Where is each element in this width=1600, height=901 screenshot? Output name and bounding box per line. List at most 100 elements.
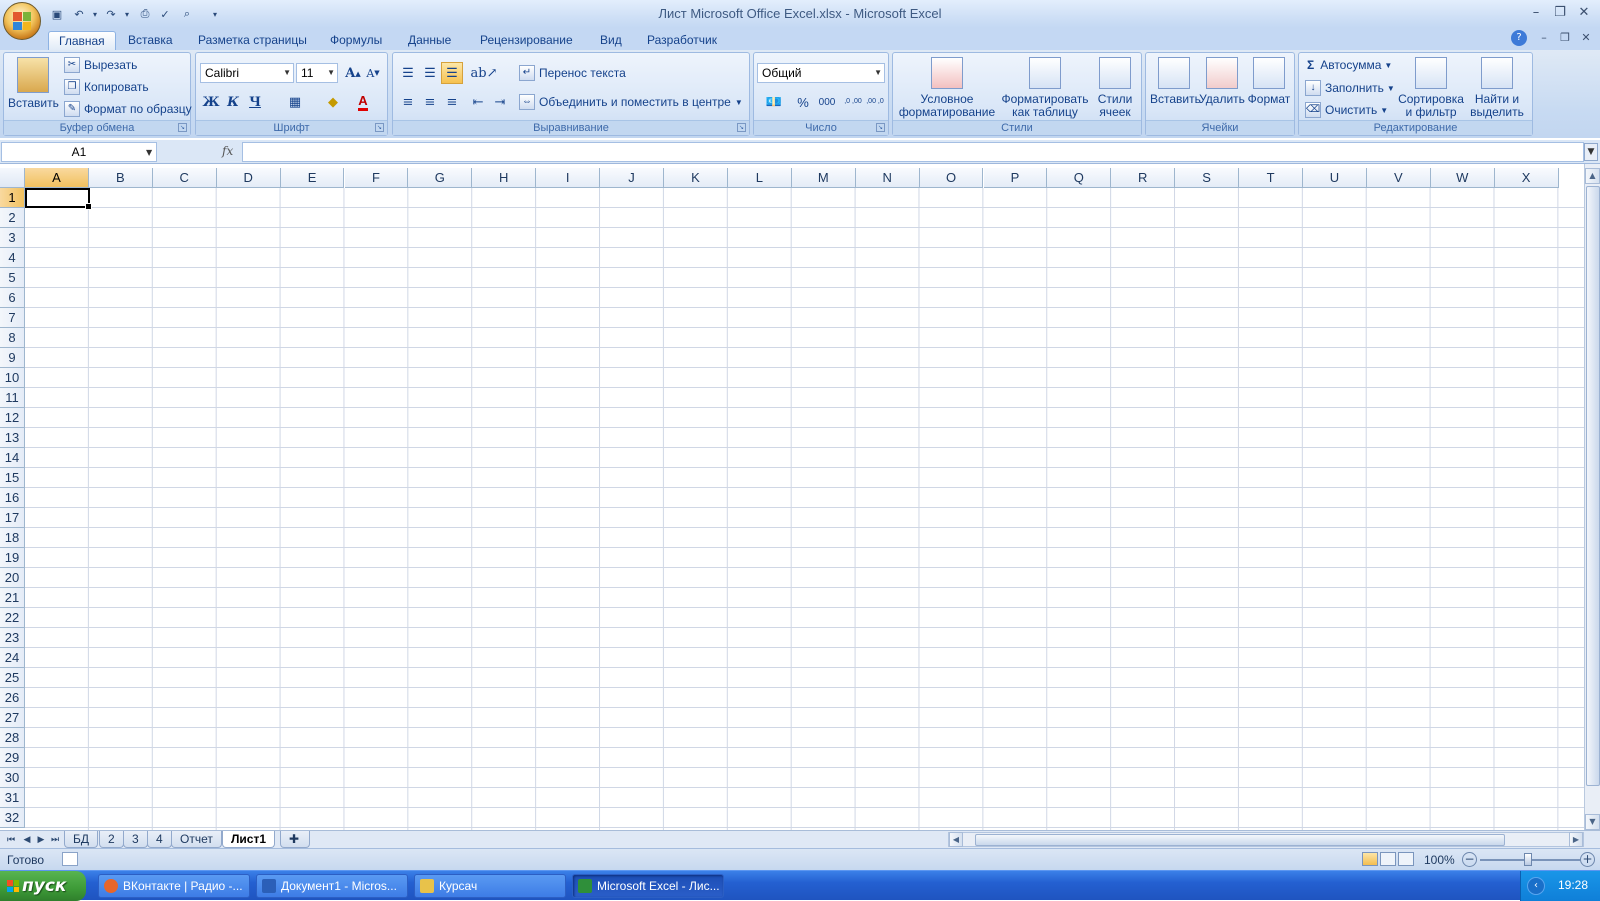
number-launcher-icon[interactable]: ↘ [876,123,885,132]
row-header[interactable]: 21 [0,588,25,608]
last-sheet-icon[interactable]: ⏭ [48,833,62,847]
percent-button[interactable]: % [792,91,814,113]
column-header[interactable]: G [408,168,473,188]
horizontal-scroll-thumb[interactable] [975,834,1505,846]
column-header[interactable]: V [1366,168,1431,188]
start-button[interactable]: пуск [0,871,86,901]
row-header[interactable]: 3 [0,228,25,248]
cell-styles-button[interactable]: Стили ячеек [1091,57,1139,119]
row-header[interactable]: 15 [0,468,25,488]
row-header[interactable]: 2 [0,208,25,228]
alignment-launcher-icon[interactable]: ↘ [737,123,746,132]
sheet-tab-report[interactable]: Отчет [171,831,222,848]
row-header[interactable]: 6 [0,288,25,308]
row-header[interactable]: 25 [0,668,25,688]
worksheet-grid[interactable]: ABCDEFGHIJKLMNOPQRSTUVWX 1 2 3 4 5 6 7 8 9 10 11 12… [0,168,1584,830]
increase-indent-button[interactable]: ⇥ [489,91,511,113]
name-box-dropdown-icon[interactable]: ▼ [146,148,152,157]
restore-button[interactable]: ❐ [1549,4,1571,22]
sheet-tab-4[interactable]: 4 [147,831,172,848]
macro-record-icon[interactable] [62,852,78,866]
row-header[interactable]: 7 [0,308,25,328]
bold-button[interactable]: Ж [200,91,222,113]
sheet-tab-2[interactable]: 2 [99,831,124,848]
align-left-button[interactable]: ≡ [397,91,419,113]
row-header[interactable]: 26 [0,688,25,708]
tab-review[interactable]: Рецензирование [470,31,583,50]
row-header[interactable]: 32 [0,808,25,828]
column-header[interactable]: S [1175,168,1240,188]
column-header[interactable]: T [1239,168,1303,188]
clipboard-launcher-icon[interactable]: ↘ [178,123,187,132]
row-header[interactable]: 4 [0,248,25,268]
cell-grid[interactable] [25,188,1584,830]
doc-restore-button[interactable]: ❐ [1554,29,1576,47]
tab-data[interactable]: Данные [398,31,461,50]
decrease-indent-button[interactable]: ⇤ [467,91,489,113]
row-header[interactable]: 19 [0,548,25,568]
italic-button[interactable]: К [222,91,244,113]
copy-button[interactable]: ❐ Копировать [64,79,149,95]
conditional-formatting-button[interactable]: Условное форматирование [897,57,997,119]
wrap-text-button[interactable]: ↵ Перенос текста [519,65,626,81]
tab-developer[interactable]: Разработчик [637,31,727,50]
office-button[interactable] [3,2,41,40]
tab-home[interactable]: Главная [48,31,116,50]
increase-decimal-button[interactable]: ,0 ,00 [842,91,864,113]
row-header[interactable]: 10 [0,368,25,388]
delete-cells-button[interactable]: Удалить [1198,57,1246,106]
align-bottom-button[interactable]: ☰ [441,62,463,84]
row-header[interactable]: 14 [0,448,25,468]
decrease-decimal-button[interactable]: ,00 ,0 [864,91,886,113]
row-header[interactable]: 30 [0,768,25,788]
font-launcher-icon[interactable]: ↘ [375,123,384,132]
row-header[interactable]: 22 [0,608,25,628]
shrink-font-button[interactable]: A ▼ [362,62,384,84]
row-header[interactable]: 18 [0,528,25,548]
grow-font-button[interactable]: A ▲ [342,62,364,84]
taskbar-item-excel[interactable]: Microsoft Excel - Лис... [572,874,724,898]
doc-close-button[interactable]: ✕ [1575,29,1597,47]
font-name-combo[interactable]: Calibri ▼ [200,63,294,83]
select-all-corner[interactable] [0,168,25,188]
align-center-button[interactable]: ≡ [419,91,441,113]
row-header[interactable]: 1 [0,188,25,208]
tab-insert[interactable]: Вставка [118,31,183,50]
column-header[interactable]: W [1430,168,1495,188]
sheet-tab-list1[interactable]: Лист1 [222,831,276,848]
number-format-combo[interactable]: Общий ▼ [757,63,885,83]
column-header[interactable]: Q [1047,168,1112,188]
column-header[interactable]: J [600,168,664,188]
page-break-view-icon[interactable] [1398,852,1414,866]
taskbar-item-word[interactable]: Документ1 - Micros... [256,874,408,898]
find-select-button[interactable]: Найти и выделить [1465,57,1529,119]
column-header[interactable]: E [280,168,345,188]
tab-formulas[interactable]: Формулы [320,31,392,50]
align-right-button[interactable]: ≡ [441,91,463,113]
row-header[interactable]: 13 [0,428,25,448]
merge-center-button[interactable]: ⇔ Объединить и поместить в центре ▼ [519,94,743,110]
tray-expand-icon[interactable]: ‹ [1527,877,1545,895]
column-header[interactable]: A [25,168,89,188]
active-cell[interactable] [25,188,92,210]
doc-minimize-button[interactable]: – [1533,29,1555,47]
horizontal-scrollbar[interactable]: ◀ ▶ [948,832,1584,847]
scroll-right-icon[interactable]: ▶ [1569,832,1583,847]
row-header[interactable]: 9 [0,348,25,368]
row-header[interactable]: 5 [0,268,25,288]
font-color-button[interactable]: A [352,91,374,113]
fill-color-button[interactable]: ◆ [322,91,344,113]
zoom-slider-thumb[interactable] [1524,853,1532,866]
column-header[interactable]: R [1111,168,1176,188]
normal-view-icon[interactable] [1362,852,1378,866]
expand-formula-bar-icon[interactable]: ▼ [1584,143,1598,161]
insert-function-button[interactable]: fx [222,144,233,158]
column-header[interactable]: M [791,168,856,188]
zoom-level[interactable]: 100% [1424,853,1455,867]
scroll-up-icon[interactable]: ▲ [1585,168,1600,184]
insert-sheet-icon[interactable]: ✚ [280,831,310,848]
row-header[interactable]: 8 [0,328,25,348]
zoom-in-icon[interactable]: + [1580,852,1595,867]
column-header[interactable]: B [88,168,153,188]
orientation-button[interactable]: ab↗ [469,62,499,84]
